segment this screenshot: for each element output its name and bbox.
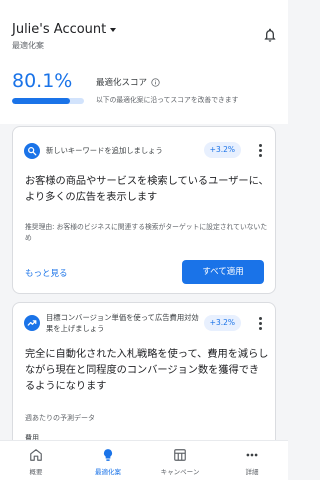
recommendation-title: 新しいキーワードを追加しましょう: [46, 146, 163, 155]
optimization-score-header: 最適化スコア: [96, 76, 160, 88]
nav-item-recommendations[interactable]: 最適化案: [72, 441, 144, 480]
page-subtitle: 最適化案: [12, 41, 44, 50]
info-icon[interactable]: [151, 77, 160, 87]
notification-bell-icon[interactable]: [262, 27, 278, 43]
recommendation-card-target-cpa[interactable]: 目標コンバージョン単価を使って広告費用対効果を上げましょう +3.2% 完全に自…: [12, 302, 276, 452]
nav-item-campaigns[interactable]: キャンペーン: [144, 441, 216, 480]
chevron-down-icon[interactable]: [110, 28, 117, 32]
more-horizontal-icon: [246, 453, 258, 457]
recommendation-reason: 推奨理由: お客様のビジネスに関連する検索がターゲットに設定されていないため: [25, 223, 268, 242]
optimization-score-bar: [12, 98, 84, 104]
nav-label: キャンペーン: [160, 468, 200, 476]
optimization-score-title: 最適化スコア: [96, 78, 148, 88]
recommendation-body: 完全に自動化された入札戦略を使って、費用を減らしながら現在と同程度のコンバージョ…: [25, 349, 269, 392]
apply-all-button[interactable]: すべて適用: [182, 260, 264, 284]
nav-label: 詳細: [245, 468, 259, 476]
nav-item-overview[interactable]: 概要: [0, 441, 72, 480]
account-switcher[interactable]: Julie's Account: [12, 22, 117, 37]
bottom-navigation: 概要 最適化案 キャンペーン 詳細: [0, 440, 288, 480]
impact-badge: +3.2%: [203, 315, 241, 331]
recommendation-card-keywords[interactable]: 新しいキーワードを追加しましょう +3.2% お客様の商品やサービスを検索してい…: [12, 126, 276, 294]
recommendation-body: お客様の商品やサービスを検索しているユーザーに、より多くの広告を表示します: [25, 176, 269, 203]
see-more-link[interactable]: もっと見る: [25, 267, 68, 279]
recommendation-title: 目標コンバージョン単価を使って広告費用対効果を上げましょう: [46, 313, 199, 333]
more-vertical-icon[interactable]: [259, 144, 262, 159]
nav-label: 概要: [29, 468, 43, 476]
search-icon: [24, 143, 40, 159]
app-header: Julie's Account 最適化案 80.1% 最適化スコア 以下の最適化…: [0, 0, 288, 124]
campaign-icon: [174, 449, 186, 461]
more-vertical-icon[interactable]: [259, 317, 262, 332]
impact-badge: +3.2%: [203, 142, 241, 158]
forecast-label: 週あたりの予測データ: [25, 414, 95, 422]
optimization-score-value: 80.1%: [12, 70, 73, 92]
lightbulb-icon: [103, 449, 113, 461]
home-icon: [30, 449, 42, 461]
optimization-score-bar-fill: [12, 98, 70, 104]
nav-item-more[interactable]: 詳細: [216, 441, 288, 480]
account-name[interactable]: Julie's Account: [12, 22, 106, 37]
nav-label: 最適化案: [95, 468, 121, 476]
trending-up-icon: [24, 315, 40, 331]
optimization-score-description: 以下の最適化案に沿ってスコアを改善できます: [96, 96, 239, 104]
